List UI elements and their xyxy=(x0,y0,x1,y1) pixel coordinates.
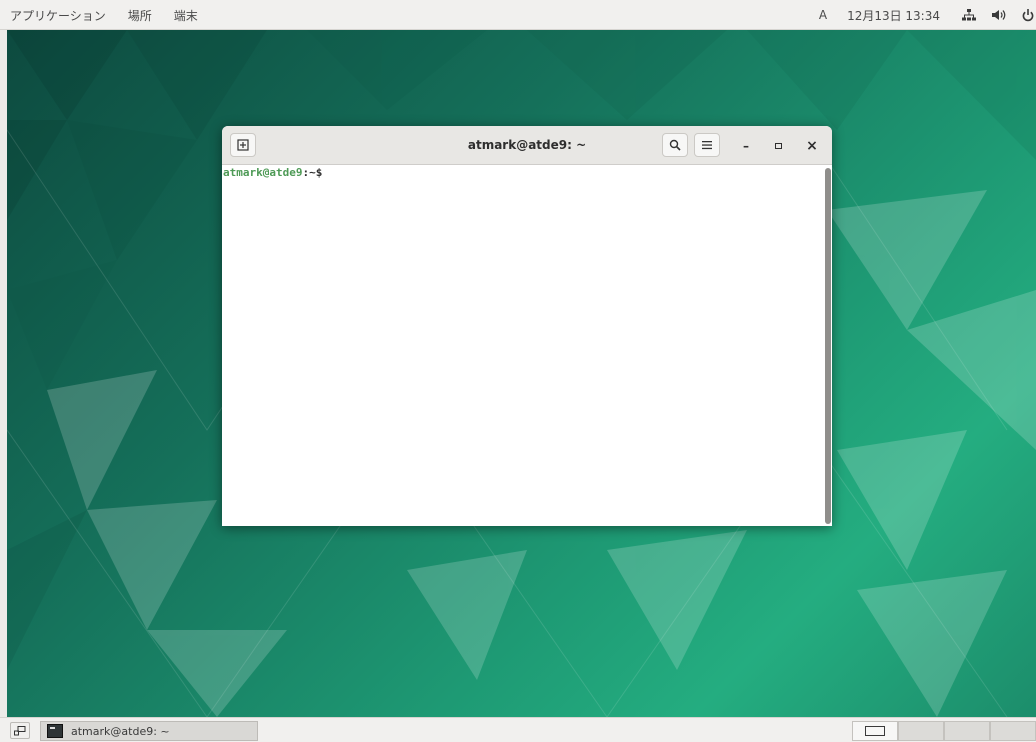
workspace-3[interactable] xyxy=(944,721,990,741)
prompt-path: :~$ xyxy=(302,166,323,179)
menu-button[interactable] xyxy=(694,133,720,157)
new-tab-button[interactable] xyxy=(230,133,256,157)
terminal-icon xyxy=(47,724,63,738)
search-icon xyxy=(669,139,681,151)
show-desktop-button[interactable] xyxy=(10,722,30,739)
taskbar-window-item[interactable]: atmark@atde9: ~ xyxy=(40,721,258,741)
taskbar-window-label: atmark@atde9: ~ xyxy=(71,724,170,738)
terminal-scrollbar[interactable] xyxy=(825,168,831,524)
terminal-output[interactable]: atmark@atde9:~$ xyxy=(222,165,822,526)
workspace-4[interactable] xyxy=(990,721,1036,741)
network-icon[interactable] xyxy=(954,9,984,21)
prompt-user-host: atmark@atde9 xyxy=(223,166,303,179)
places-menu[interactable]: 場所 xyxy=(128,7,152,24)
show-desktop-icon xyxy=(14,725,26,735)
workspace-2[interactable] xyxy=(898,721,944,741)
terminal-window[interactable]: atmark@atde9: ~ – × atmark@atde9:~$ xyxy=(222,126,832,526)
terminal-app-menu[interactable]: 端末 xyxy=(174,7,198,24)
hamburger-menu-icon xyxy=(702,141,712,150)
workspace-1[interactable] xyxy=(852,721,898,741)
close-button[interactable]: × xyxy=(802,136,822,156)
maximize-icon xyxy=(774,143,782,149)
applications-menu[interactable]: アプリケーション xyxy=(10,7,106,24)
input-method-indicator[interactable]: A xyxy=(811,8,835,22)
workspace-window-thumb xyxy=(865,726,885,736)
top-panel: アプリケーション 場所 端末 A 12月13日 13:34 xyxy=(0,0,1036,30)
volume-icon[interactable] xyxy=(984,9,1014,21)
bottom-panel: atmark@atde9: ~ xyxy=(0,717,1036,742)
maximize-button[interactable] xyxy=(768,136,788,156)
new-tab-icon xyxy=(237,139,249,151)
clock[interactable]: 12月13日 13:34 xyxy=(835,7,954,24)
search-button[interactable] xyxy=(662,133,688,157)
desktop-edge xyxy=(0,30,7,717)
terminal-titlebar[interactable]: atmark@atde9: ~ – × xyxy=(222,126,832,165)
minimize-button[interactable]: – xyxy=(736,136,756,156)
power-icon[interactable] xyxy=(1014,8,1036,22)
